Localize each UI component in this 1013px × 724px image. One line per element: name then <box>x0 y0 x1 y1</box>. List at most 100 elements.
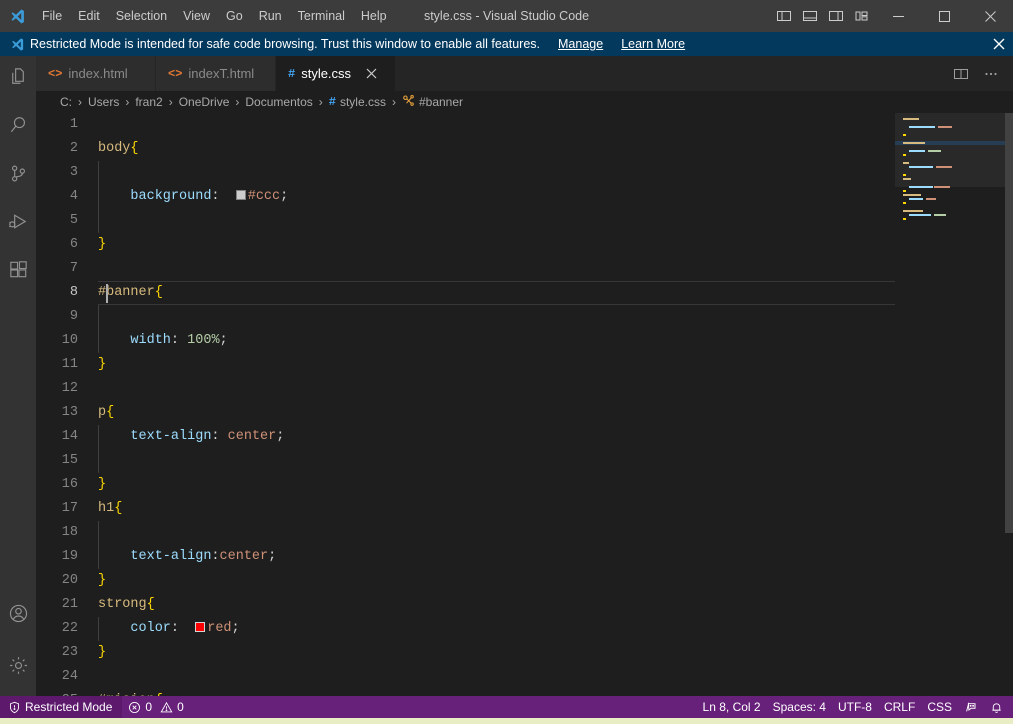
sidebar-item-accounts[interactable] <box>0 592 36 640</box>
line-text: color: red; <box>130 621 240 636</box>
search-icon <box>7 114 30 142</box>
minimize-button[interactable] <box>875 0 921 32</box>
status-bar-right: Ln 8, Col 2 Spaces: 4 UTF-8 CRLF CSS <box>697 696 1013 718</box>
sidebar-item-source-control[interactable] <box>0 152 36 200</box>
menu-item-file[interactable]: File <box>34 0 70 32</box>
toggle-primary-sidebar-icon[interactable] <box>771 0 797 32</box>
menu-item-terminal[interactable]: Terminal <box>290 0 353 32</box>
menu-item-edit[interactable]: Edit <box>70 0 108 32</box>
menu-item-selection[interactable]: Selection <box>108 0 175 32</box>
bottom-strip <box>0 718 1013 724</box>
status-restricted-mode[interactable]: Restricted Mode <box>0 696 123 718</box>
code-line: 23 } <box>36 641 895 665</box>
line-text: #mision{ <box>98 689 163 696</box>
sidebar-item-extensions[interactable] <box>0 248 36 296</box>
breadcrumb-item-drive[interactable]: C: <box>58 95 74 109</box>
code-line: 2 body{ <box>36 137 895 161</box>
status-encoding[interactable]: UTF-8 <box>832 696 878 718</box>
code-line: 7 <box>36 257 895 281</box>
maximize-button[interactable] <box>921 0 967 32</box>
line-text: width: 100%; <box>130 333 228 348</box>
status-bar: Restricted Mode 0 0 Ln 8, Col 2 Spaces: … <box>0 696 1013 718</box>
sidebar-item-settings[interactable] <box>0 640 36 696</box>
banner-close-icon[interactable] <box>993 32 1005 56</box>
banner-manage-link[interactable]: Manage <box>558 37 603 51</box>
code-lines: 1 2 body{ 3 4 background: #ccc; 5 6} 7 … <box>36 113 895 696</box>
code-line: 9 <box>36 305 895 329</box>
menu-item-run[interactable]: Run <box>251 0 290 32</box>
customize-layout-icon[interactable] <box>849 0 875 32</box>
status-notifications[interactable] <box>984 696 1013 718</box>
status-editor-position[interactable]: Ln 8, Col 2 <box>697 696 767 718</box>
breadcrumb-item-banner-symbol[interactable]: #banner <box>400 94 465 110</box>
line-number: 18 <box>61 525 78 540</box>
breadcrumb-separator: › <box>235 95 240 109</box>
color-swatch <box>195 622 206 632</box>
line-number: 10 <box>61 333 78 348</box>
code-line: 18 <box>36 521 895 545</box>
breadcrumb-separator: › <box>168 95 173 109</box>
status-error-count: 0 <box>145 700 153 714</box>
editor-vertical-scrollbar[interactable] <box>1005 113 1013 696</box>
error-icon <box>128 701 141 714</box>
breadcrumb-item-documentos[interactable]: Documentos <box>243 95 314 109</box>
code-line: 24 <box>36 665 895 689</box>
split-editor-icon[interactable] <box>947 56 975 91</box>
code-line: 19 text-align:center; <box>36 545 895 569</box>
extensions-icon <box>7 258 30 286</box>
menu-item-go[interactable]: Go <box>218 0 251 32</box>
notification-bell-icon <box>990 701 1003 714</box>
code-line: 15 <box>36 449 895 473</box>
sidebar-item-run-debug[interactable] <box>0 200 36 248</box>
files-icon <box>7 66 30 94</box>
account-icon <box>7 602 30 630</box>
status-problems[interactable]: 0 0 <box>122 696 189 718</box>
line-text: } <box>98 237 107 252</box>
editor-group: <> index.html <> indexT.html # style.css <box>36 56 1013 696</box>
menu-item-view[interactable]: View <box>175 0 218 32</box>
line-number: 16 <box>61 477 78 492</box>
gear-icon <box>7 654 30 682</box>
line-number: 22 <box>61 621 78 636</box>
toggle-panel-icon[interactable] <box>797 0 823 32</box>
breadcrumb-separator: › <box>391 95 396 109</box>
close-button[interactable] <box>967 0 1013 32</box>
sidebar-item-explorer[interactable] <box>0 56 36 104</box>
line-number: 1 <box>69 117 78 132</box>
vscode-window: File Edit Selection View Go Run Terminal… <box>0 0 1013 724</box>
line-number: 20 <box>61 573 78 588</box>
banner-message: Restricted Mode is intended for safe cod… <box>30 37 540 51</box>
tab-indexT-html[interactable]: <> indexT.html <box>156 56 276 91</box>
line-text: } <box>98 573 107 588</box>
tab-close-icon[interactable] <box>363 66 379 82</box>
tab-style-css[interactable]: # style.css <box>276 56 396 91</box>
line-number: 7 <box>69 261 78 276</box>
status-feedback[interactable] <box>958 696 984 718</box>
css-file-icon: # <box>288 66 296 81</box>
breadcrumb: C: › Users › fran2 › OneDrive › Document… <box>36 91 1013 113</box>
breadcrumb-item-fran2[interactable]: fran2 <box>133 95 164 109</box>
ellipsis-icon[interactable] <box>977 56 1005 91</box>
status-eol[interactable]: CRLF <box>878 696 921 718</box>
line-text: h1{ <box>98 501 123 516</box>
banner-learn-more-link[interactable]: Learn More <box>621 37 685 51</box>
sidebar-item-search[interactable] <box>0 104 36 152</box>
source-control-icon <box>7 162 30 190</box>
menu-item-help[interactable]: Help <box>353 0 395 32</box>
minimap[interactable] <box>895 113 1005 696</box>
vscode-logo-icon <box>0 0 34 32</box>
status-indentation[interactable]: Spaces: 4 <box>767 696 832 718</box>
tab-index-html[interactable]: <> index.html <box>36 56 156 91</box>
code-content[interactable]: 1 2 body{ 3 4 background: #ccc; 5 6} 7 … <box>36 113 895 696</box>
code-editor[interactable]: 1 2 body{ 3 4 background: #ccc; 5 6} 7 … <box>36 113 1013 696</box>
breadcrumb-item-style-css[interactable]: # style.css <box>327 95 388 109</box>
code-line: 4 background: #ccc; <box>36 185 895 209</box>
toggle-secondary-sidebar-icon[interactable] <box>823 0 849 32</box>
breadcrumb-item-onedrive[interactable]: OneDrive <box>177 95 232 109</box>
line-number: 2 <box>69 141 78 156</box>
breadcrumb-item-users[interactable]: Users <box>86 95 121 109</box>
code-line: 12 <box>36 377 895 401</box>
code-line: 1 <box>36 113 895 137</box>
status-language-mode[interactable]: CSS <box>921 696 958 718</box>
line-number: 23 <box>61 645 78 660</box>
